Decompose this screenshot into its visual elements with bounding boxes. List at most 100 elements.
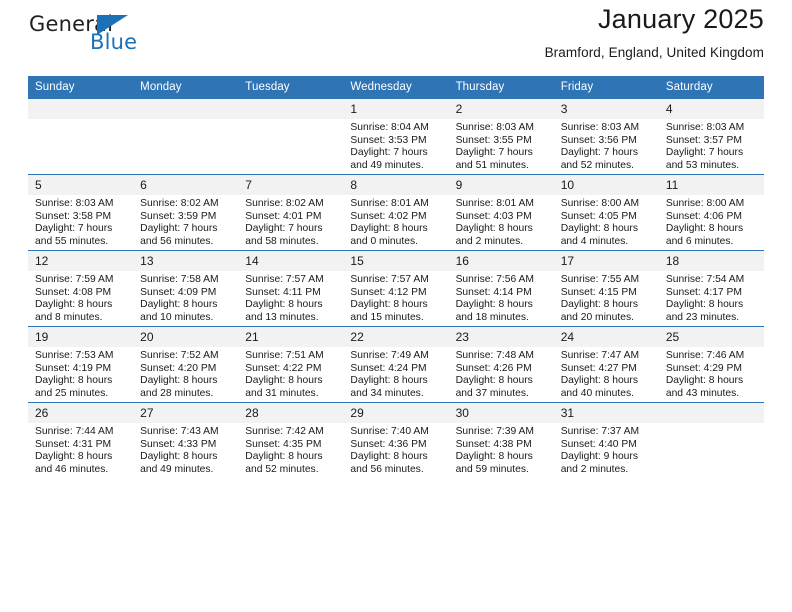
sunset-time: Sunset: 4:12 PM — [350, 286, 427, 298]
sunset-time: Sunset: 4:14 PM — [455, 286, 532, 298]
sunset-time: Sunset: 4:26 PM — [455, 362, 532, 374]
calendar-day-cell[interactable]: 5 Sunrise: 8:03 AM Sunset: 3:58 PM Daylight… — [28, 174, 134, 251]
weekday-header-tuesday: Tuesday — [238, 76, 344, 99]
calendar-day-cell[interactable]: 24 Sunrise: 7:47 AM Sunset: 4:27 PM Dayligh… — [553, 326, 659, 403]
sunset-time: Sunset: 4:36 PM — [350, 438, 427, 450]
sunset-time: Sunset: 4:24 PM — [350, 362, 427, 374]
daylight-hours: Daylight: 8 hours — [455, 299, 533, 311]
day-details: Sunrise: 7:39 AM Sunset: 4:38 PM Daylight:… — [449, 423, 554, 476]
day-details: Sunrise: 7:44 AM Sunset: 4:31 PM Daylight:… — [28, 423, 133, 476]
day-details: Sunrise: 7:52 AM Sunset: 4:20 PM Daylight:… — [133, 347, 238, 400]
day-details: Sunrise: 7:54 AM Sunset: 4:17 PM Daylight:… — [659, 271, 764, 324]
sunset-time: Sunset: 4:33 PM — [140, 438, 217, 450]
calendar-day-cell[interactable]: 26 Sunrise: 7:44 AM Sunset: 4:31 PM Dayligh… — [28, 402, 134, 478]
day-number: 7 — [238, 175, 344, 195]
calendar-day-cell[interactable]: 22 Sunrise: 7:49 AM Sunset: 4:24 PM Dayligh… — [343, 326, 449, 403]
sunset-time: Sunset: 4:31 PM — [35, 438, 112, 450]
calendar-day-cell[interactable]: 13 Sunrise: 7:58 AM Sunset: 4:09 PM Dayligh… — [133, 250, 239, 327]
page-subtitle: Bramford, England, United Kingdom — [544, 44, 764, 60]
day-number: 13 — [133, 251, 239, 271]
daylight-minutes: and 6 minutes. — [665, 235, 734, 247]
day-details: Sunrise: 7:53 AM Sunset: 4:19 PM Daylight:… — [28, 347, 133, 400]
sunset-time: Sunset: 4:01 PM — [245, 210, 322, 222]
daylight-hours: Daylight: 8 hours — [665, 375, 744, 387]
calendar-day-cell[interactable]: 8 Sunrise: 8:01 AM Sunset: 4:02 PM Daylight… — [343, 174, 449, 251]
sunset-time: Sunset: 4:17 PM — [665, 286, 742, 298]
calendar-week-row: 12 Sunrise: 7:59 AM Sunset: 4:08 PM Dayligh… — [28, 250, 764, 327]
calendar-day-cell[interactable]: 17 Sunrise: 7:55 AM Sunset: 4:15 PM Dayligh… — [553, 250, 659, 327]
day-details: Sunrise: 7:56 AM Sunset: 4:14 PM Daylight:… — [449, 271, 554, 324]
daylight-minutes: and 2 minutes. — [560, 463, 629, 475]
weekday-header-row: Sunday Monday Tuesday Wednesday Thursday Frid… — [28, 76, 764, 99]
day-number: 20 — [133, 327, 239, 347]
day-number: 22 — [343, 327, 449, 347]
day-details: Sunrise: 8:01 AM Sunset: 4:03 PM Daylight:… — [449, 195, 554, 248]
general-blue-logo[interactable]: General Blue — [28, 12, 158, 60]
daylight-hours: Daylight: 8 hours — [140, 375, 218, 387]
sunset-time: Sunset: 3:55 PM — [455, 134, 532, 146]
sunrise-time: Sunrise: 7:40 AM — [350, 426, 429, 437]
daylight-minutes: and 25 minutes. — [35, 387, 109, 399]
day-details: Sunrise: 7:58 AM Sunset: 4:09 PM Daylight:… — [133, 271, 238, 324]
sunset-time: Sunset: 4:29 PM — [665, 362, 742, 374]
calendar-day-cell[interactable]: 29 Sunrise: 7:40 AM Sunset: 4:36 PM Dayligh… — [343, 402, 449, 478]
day-number: 27 — [133, 403, 239, 423]
day-details: Sunrise: 8:03 AM Sunset: 3:55 PM Daylight:… — [449, 119, 554, 172]
sunset-time: Sunset: 4:40 PM — [560, 438, 637, 450]
calendar-day-cell[interactable]: 19 Sunrise: 7:53 AM Sunset: 4:19 PM Dayligh… — [28, 326, 134, 403]
calendar-day-cell[interactable]: 23 Sunrise: 7:48 AM Sunset: 4:26 PM Dayligh… — [448, 326, 554, 403]
calendar-day-cell[interactable]: 16 Sunrise: 7:56 AM Sunset: 4:14 PM Dayligh… — [448, 250, 554, 327]
daylight-minutes: and 52 minutes. — [245, 463, 319, 475]
calendar-day-cell[interactable]: 10 Sunrise: 8:00 AM Sunset: 4:05 PM Dayligh… — [553, 174, 659, 251]
sunrise-time: Sunrise: 7:44 AM — [35, 426, 114, 437]
calendar-day-cell[interactable]: 12 Sunrise: 7:59 AM Sunset: 4:08 PM Dayligh… — [28, 250, 134, 327]
calendar-day-cell[interactable]: 18 Sunrise: 7:54 AM Sunset: 4:17 PM Dayligh… — [658, 250, 764, 327]
sunset-time: Sunset: 4:38 PM — [455, 438, 532, 450]
calendar-day-cell[interactable]: 3 Sunrise: 8:03 AM Sunset: 3:56 PM Daylight… — [553, 98, 659, 175]
day-details: Sunrise: 7:42 AM Sunset: 4:35 PM Daylight:… — [238, 423, 343, 476]
daylight-minutes: and 51 minutes. — [455, 159, 529, 171]
calendar-day-cell-empty — [238, 98, 344, 175]
day-details: Sunrise: 7:46 AM Sunset: 4:29 PM Daylight:… — [659, 347, 764, 400]
daylight-minutes: and 40 minutes. — [560, 387, 634, 399]
calendar-day-cell[interactable]: 4 Sunrise: 8:03 AM Sunset: 3:57 PM Daylight… — [658, 98, 764, 175]
daylight-hours: Daylight: 7 hours — [560, 147, 638, 159]
calendar-day-cell[interactable]: 15 Sunrise: 7:57 AM Sunset: 4:12 PM Dayligh… — [343, 250, 449, 327]
day-number: 9 — [448, 175, 554, 195]
sunrise-time: Sunrise: 7:49 AM — [350, 350, 429, 361]
calendar-day-cell[interactable]: 9 Sunrise: 8:01 AM Sunset: 4:03 PM Daylight… — [448, 174, 554, 251]
calendar-day-cell[interactable]: 7 Sunrise: 8:02 AM Sunset: 4:01 PM Daylight… — [238, 174, 344, 251]
calendar-day-cell[interactable]: 11 Sunrise: 8:00 AM Sunset: 4:06 PM Dayligh… — [658, 174, 764, 251]
day-details — [238, 119, 343, 122]
daylight-hours: Daylight: 7 hours — [455, 147, 533, 159]
calendar-day-cell[interactable]: 31 Sunrise: 7:37 AM Sunset: 4:40 PM Dayligh… — [553, 402, 659, 478]
calendar-day-cell[interactable]: 6 Sunrise: 8:02 AM Sunset: 3:59 PM Daylight… — [133, 174, 239, 251]
calendar-day-cell[interactable]: 21 Sunrise: 7:51 AM Sunset: 4:22 PM Dayligh… — [238, 326, 344, 403]
daylight-hours: Daylight: 8 hours — [140, 451, 218, 463]
sunset-time: Sunset: 3:56 PM — [560, 134, 637, 146]
day-number: 10 — [553, 175, 659, 195]
sunrise-time: Sunrise: 7:59 AM — [35, 274, 114, 285]
calendar-day-cell[interactable]: 1 Sunrise: 8:04 AM Sunset: 3:53 PM Daylight… — [343, 98, 449, 175]
sunrise-time: Sunrise: 7:37 AM — [560, 426, 640, 437]
day-number: 29 — [343, 403, 449, 423]
day-number: 14 — [238, 251, 344, 271]
calendar-day-cell[interactable]: 27 Sunrise: 7:43 AM Sunset: 4:33 PM Dayligh… — [133, 402, 239, 478]
calendar-day-cell[interactable]: 30 Sunrise: 7:39 AM Sunset: 4:38 PM Dayligh… — [448, 402, 554, 478]
calendar-day-cell[interactable]: 28 Sunrise: 7:42 AM Sunset: 4:35 PM Dayligh… — [238, 402, 344, 478]
calendar-day-cell[interactable]: 2 Sunrise: 8:03 AM Sunset: 3:55 PM Daylight… — [448, 98, 554, 175]
calendar-day-cell-empty — [28, 98, 134, 175]
calendar-day-cell[interactable]: 20 Sunrise: 7:52 AM Sunset: 4:20 PM Dayligh… — [133, 326, 239, 403]
sunset-time: Sunset: 4:20 PM — [140, 362, 217, 374]
sunrise-time: Sunrise: 7:52 AM — [140, 350, 219, 361]
day-number — [28, 99, 134, 119]
logo-text-blue: Blue — [90, 30, 138, 54]
calendar-day-cell[interactable]: 25 Sunrise: 7:46 AM Sunset: 4:29 PM Dayligh… — [658, 326, 764, 403]
calendar-day-cell[interactable]: 14 Sunrise: 7:57 AM Sunset: 4:11 PM Dayligh… — [238, 250, 344, 327]
daylight-hours: Daylight: 8 hours — [35, 375, 113, 387]
day-details: Sunrise: 8:00 AM Sunset: 4:06 PM Daylight:… — [659, 195, 764, 248]
day-details: Sunrise: 7:37 AM Sunset: 4:40 PM Daylight:… — [554, 423, 659, 476]
calendar-body: 1 Sunrise: 8:04 AM Sunset: 3:53 PM Daylight… — [28, 98, 764, 478]
day-number: 16 — [448, 251, 554, 271]
sunrise-sunset-calendar: Sunday Monday Tuesday Wednesday Thursday Frid… — [28, 76, 764, 478]
